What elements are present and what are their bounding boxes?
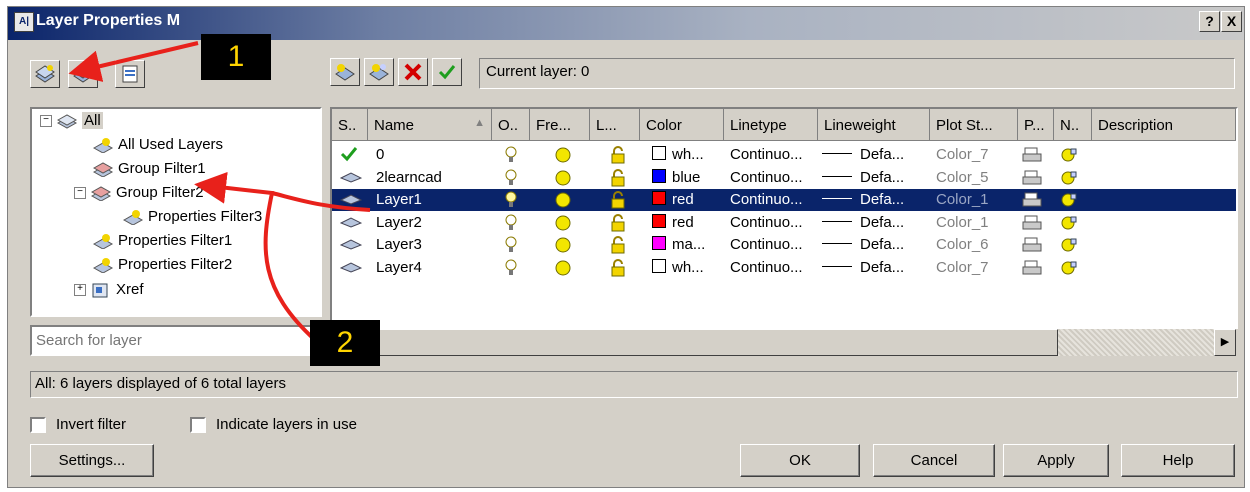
callout-1: 1 (201, 34, 271, 80)
annotation-arrow-2-tail (271, 191, 371, 212)
callout-2: 2 (310, 320, 380, 366)
annotation-arrow-2 (194, 171, 317, 342)
annotation-overlay (68, 41, 371, 342)
annotation-arrow-1 (68, 41, 199, 82)
